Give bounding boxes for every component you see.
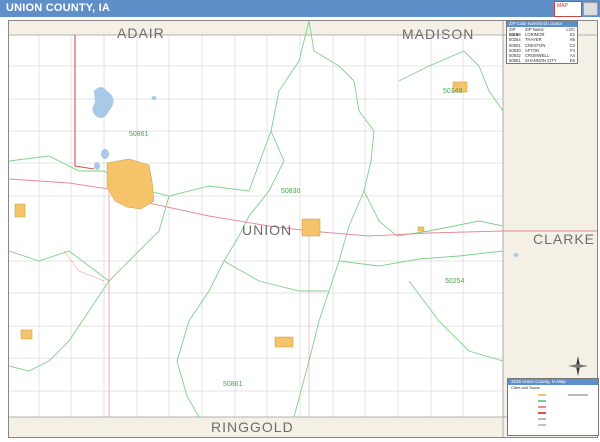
title-bar: UNION COUNTY, IA MAP bbox=[0, 0, 600, 17]
legend-swatch-water bbox=[538, 424, 546, 426]
legend-scale-bar bbox=[568, 394, 588, 396]
legend-swatch-town bbox=[538, 394, 546, 396]
table-row: 50861 SHANNON CITY E6 bbox=[509, 58, 575, 64]
legend-title: 2016 Union County, IA Map bbox=[508, 379, 598, 385]
zip-label-50861-south: 50861 bbox=[223, 381, 243, 388]
zip-label-50830: 50830 bbox=[281, 188, 301, 195]
map-title: UNION COUNTY, IA bbox=[6, 2, 111, 14]
legend-swatch-highway bbox=[538, 406, 546, 408]
publisher-logo: MAP bbox=[554, 1, 582, 17]
compass-rose-icon bbox=[568, 356, 588, 376]
county-label-adair: ADAIR bbox=[117, 25, 165, 41]
county-label-ringgold: RINGGOLD bbox=[211, 419, 294, 435]
legend-header-note: Cities and Towns bbox=[511, 386, 540, 390]
barcode-badge bbox=[583, 2, 598, 16]
zip-index-table: ZIP Code Index/Grid Locator ZIP Code ZIP… bbox=[506, 20, 578, 65]
map-frame[interactable]: ADAIR MADISON UNION CLARKE RINGGOLD 5014… bbox=[8, 20, 598, 438]
legend-swatch-zip bbox=[538, 400, 546, 402]
zip-label-50861-north: 50861 bbox=[129, 131, 149, 138]
county-label-clarke: CLARKE bbox=[533, 231, 596, 247]
zip-label-50149: 50149 bbox=[443, 88, 463, 95]
county-label-union: UNION bbox=[242, 222, 293, 238]
map-canvas[interactable] bbox=[9, 21, 597, 437]
zip-label-50254: 50254 bbox=[445, 278, 465, 285]
county-label-madison: MADISON bbox=[402, 26, 475, 42]
legend-swatch-primary bbox=[538, 412, 546, 414]
map-legend: 2016 Union County, IA Map Cities and Tow… bbox=[507, 378, 599, 436]
legend-swatch-road bbox=[538, 418, 546, 420]
